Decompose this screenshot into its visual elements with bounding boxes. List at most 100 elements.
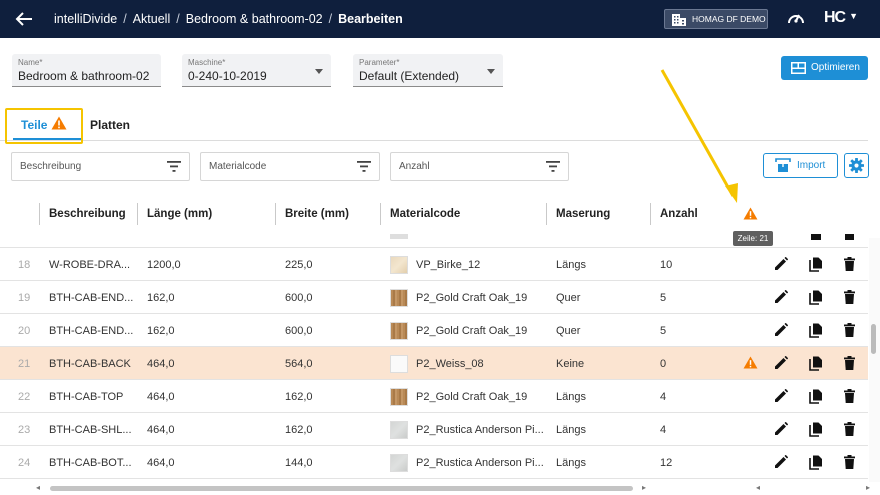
cell-breite: 162,0 — [285, 391, 313, 403]
edit-icon[interactable] — [774, 389, 788, 403]
cell-laenge: 1200,0 — [147, 259, 181, 271]
board-layout-icon — [791, 62, 806, 74]
cell-beschreibung: BTH-CAB-BACK — [49, 358, 131, 370]
cell-materialcode: P2_Gold Craft Oak_19 — [416, 292, 528, 304]
column-header-laenge[interactable]: Länge (mm) — [147, 208, 212, 220]
column-header-anzahl[interactable]: Anzahl — [660, 208, 698, 220]
user-menu-logo[interactable]: HC ▼ — [824, 9, 858, 27]
tab-platten[interactable]: Platten — [90, 118, 130, 132]
copy-icon[interactable] — [809, 455, 823, 470]
warning-icon[interactable] — [743, 207, 758, 220]
warning-icon[interactable] — [743, 356, 758, 369]
filter-icon[interactable] — [546, 161, 560, 172]
delete-icon[interactable] — [844, 422, 855, 436]
anzahl-filter[interactable]: Anzahl — [390, 152, 569, 181]
table-row[interactable]: 18 W-ROBE-DRA... 1200,0 225,0 VP_Birke_12 Län… — [0, 248, 868, 281]
delete-icon[interactable] — [844, 234, 855, 240]
table-row[interactable]: 24 BTH-CAB-BOT... 464,0 144,0 P2_Rustica And… — [0, 446, 868, 479]
table-row[interactable]: 20 BTH-CAB-END... 162,0 600,0 P2_Gold Craft … — [0, 314, 868, 347]
copy-icon[interactable] — [809, 422, 823, 437]
copy-icon[interactable] — [809, 323, 823, 338]
row-number: 23 — [18, 424, 31, 436]
column-header-maserung[interactable]: Maserung — [556, 208, 610, 220]
speedometer-icon[interactable] — [787, 10, 805, 26]
copy-icon[interactable] — [809, 257, 823, 272]
scroll-right-arrow[interactable]: ▸ — [642, 483, 646, 492]
row-number: 20 — [18, 325, 31, 337]
delete-icon[interactable] — [844, 323, 855, 337]
cell-materialcode: P2_Rustica Anderson Pi... — [416, 424, 544, 436]
row-number: 24 — [18, 457, 31, 469]
settings-button[interactable] — [844, 153, 869, 178]
material-swatch — [390, 421, 408, 439]
delete-icon[interactable] — [844, 356, 855, 370]
import-button[interactable]: Import — [763, 153, 838, 178]
copy-icon[interactable] — [809, 356, 823, 371]
cell-breite: 600,0 — [285, 292, 313, 304]
copy-icon[interactable] — [809, 234, 822, 240]
edit-icon[interactable] — [774, 422, 788, 436]
name-field[interactable]: Name* Bedroom & bathroom-02 — [12, 54, 161, 87]
cell-maserung: Längs — [556, 457, 586, 469]
scroll-right-arrow[interactable]: ▸ — [866, 483, 870, 492]
cell-maserung: Längs — [556, 259, 586, 271]
edit-icon[interactable] — [774, 455, 788, 469]
edit-icon[interactable] — [774, 356, 788, 370]
logo-text: HC — [824, 9, 846, 26]
copy-icon[interactable] — [809, 389, 823, 404]
delete-icon[interactable] — [844, 455, 855, 469]
cell-breite: 600,0 — [285, 325, 313, 337]
column-header-materialcode[interactable]: Materialcode — [390, 208, 460, 220]
table-row[interactable]: 19 BTH-CAB-END... 162,0 600,0 P2_Gold Craft … — [0, 281, 868, 314]
cell-anzahl: 0 — [660, 358, 667, 370]
table-row[interactable]: 22 BTH-CAB-TOP 464,0 162,0 P2_Gold Craft Oak… — [0, 380, 868, 413]
vertical-scrollbar[interactable] — [869, 238, 880, 483]
vertical-scroll-thumb[interactable] — [871, 324, 876, 354]
cell-laenge: 162,0 — [147, 325, 175, 337]
copy-icon[interactable] — [809, 290, 823, 305]
edit-icon[interactable] — [774, 323, 788, 337]
cell-laenge: 464,0 — [147, 457, 175, 469]
maschine-select-label: Maschine* — [188, 58, 226, 67]
back-arrow-icon[interactable] — [14, 10, 34, 28]
cell-anzahl: 5 — [660, 292, 667, 304]
table-row[interactable]: 23 BTH-CAB-SHL... 464,0 162,0 P2_Rustica And… — [0, 413, 868, 446]
table-row[interactable]: 21 BTH-CAB-BACK 464,0 564,0 P2_Weiss_08 Keine… — [0, 347, 868, 380]
scroll-left-arrow[interactable]: ◂ — [756, 483, 760, 492]
column-header-breite[interactable]: Breite (mm) — [285, 208, 349, 220]
horizontal-scroll-thumb[interactable] — [50, 486, 633, 491]
material-swatch — [390, 454, 408, 472]
cell-breite: 144,0 — [285, 457, 313, 469]
scroll-left-arrow[interactable]: ◂ — [36, 483, 40, 492]
filter-icon[interactable] — [357, 161, 371, 172]
beschreibung-filter[interactable]: Beschreibung — [11, 152, 190, 181]
cell-beschreibung: BTH-CAB-END... — [49, 292, 134, 304]
cell-laenge: 464,0 — [147, 424, 175, 436]
chevron-down-icon: ▼ — [849, 11, 859, 21]
breadcrumb-job[interactable]: Bedroom & bathroom-02 — [186, 12, 323, 26]
delete-icon[interactable] — [844, 257, 855, 271]
maschine-select[interactable]: Maschine* 0-240-10-2019 — [182, 54, 331, 87]
edit-icon[interactable] — [774, 290, 788, 304]
column-header-beschreibung[interactable]: Beschreibung — [49, 208, 126, 220]
materialcode-filter[interactable]: Materialcode — [200, 152, 380, 181]
optimize-button[interactable]: Optimieren — [781, 56, 868, 80]
cell-maserung: Quer — [556, 325, 581, 337]
delete-icon[interactable] — [844, 389, 855, 403]
name-field-label: Name* — [18, 58, 43, 67]
cell-maserung: Keine — [556, 358, 585, 370]
material-swatch — [390, 355, 408, 373]
breadcrumb-aktuell[interactable]: Aktuell — [133, 12, 171, 26]
parameter-select[interactable]: Parameter* Default (Extended) — [353, 54, 503, 87]
horizontal-scrollbar[interactable]: ◂ ▸ ◂ ▸ — [0, 482, 880, 495]
filter-icon[interactable] — [167, 161, 181, 172]
delete-icon[interactable] — [844, 290, 855, 304]
cell-beschreibung: W-ROBE-DRA... — [49, 259, 131, 271]
workspace-badge[interactable]: HOMAG DF DEMO — [664, 9, 768, 29]
edit-icon[interactable] — [774, 257, 788, 271]
cell-anzahl: 5 — [660, 325, 667, 337]
row-tooltip: Zeile: 21 — [733, 231, 773, 246]
breadcrumb-app[interactable]: intelliDivide — [54, 12, 117, 26]
building-icon — [672, 14, 686, 26]
cell-anzahl: 4 — [660, 424, 667, 436]
